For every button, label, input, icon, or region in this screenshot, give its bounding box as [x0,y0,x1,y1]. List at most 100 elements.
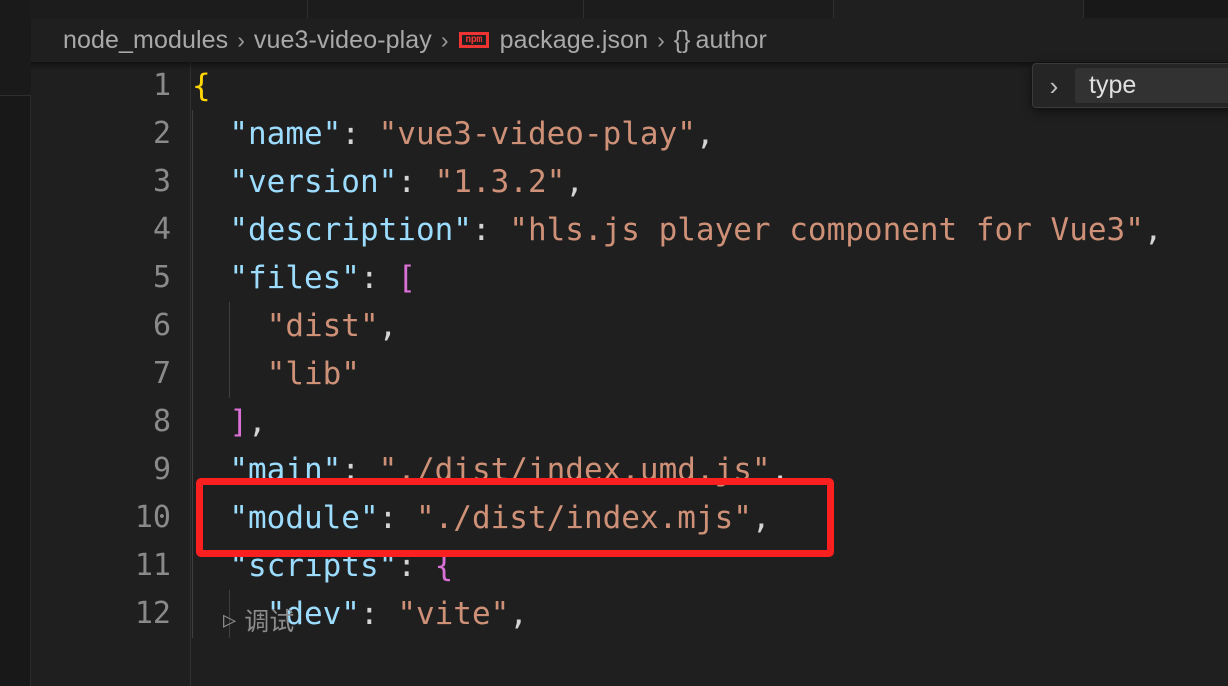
indent-guide [192,254,193,302]
code-line[interactable]: 10 "module": "./dist/index.mjs", [31,494,1228,542]
code-line-text: "lib" [192,350,360,398]
editor-tab-1[interactable] [308,0,584,18]
token-brk: [ [397,260,416,296]
breadcrumb-dropdown-item-type[interactable]: type [1075,68,1228,103]
token-str: "1.3.2" [434,164,566,200]
indent-guide [229,302,231,350]
token-punc: , [695,116,715,152]
code-line[interactable]: 8 ], [31,398,1228,446]
chevron-right-icon: › [1049,70,1059,101]
code-line[interactable]: 4 "description": "hls.js player componen… [31,206,1228,254]
token-str: "vite" [397,596,510,632]
indent-guide [192,158,193,206]
code-line-text: "name": "vue3-video-play", [192,110,715,158]
code-line-text: "files": [ [192,254,416,302]
token-str: "vue3-video-play" [378,116,696,152]
indent-guide [192,494,193,542]
indent-guide [229,350,231,398]
sidebar-edge-strip [0,0,31,686]
indent-guide [192,110,193,158]
token-punc: , [378,308,398,344]
token-punc: : [341,452,379,488]
code-line-text: "dist", [192,302,398,350]
token-key: "version" [229,164,398,200]
line-number: 4 [152,212,171,247]
token-key: "description" [229,212,472,248]
line-number: 8 [152,404,171,439]
token-str: "dist" [266,308,379,344]
indent-guide [192,302,193,350]
line-number: 9 [152,452,171,487]
token-brk: ] [229,404,248,440]
code-line[interactable]: 11 "scripts": { [31,542,1228,590]
line-number: 6 [152,308,171,343]
editor-tab-3[interactable] [834,0,1084,18]
editor-tab-2[interactable] [584,0,834,18]
breadcrumb-item-vue3-video-play[interactable]: vue3-video-play [254,27,432,53]
token-key: "scripts" [229,548,398,584]
code-content[interactable]: 1{2 "name": "vue3-video-play", 3 "version… [31,62,1228,686]
code-line-text: "main": "./dist/index.umd.js", [192,446,789,494]
token-key: "name" [229,116,342,152]
token-punc: : [359,260,398,296]
codelens-debug-label[interactable]: 调试 [244,602,294,638]
indent-guide [192,350,193,398]
token-key: "module" [229,500,379,536]
line-number: 12 [134,596,171,631]
breadcrumb[interactable]: node_modules › vue3-video-play › npm pac… [31,18,1228,62]
indent-guide [192,542,193,590]
indent-guide [192,206,193,254]
code-line-text: ], [192,398,267,446]
breadcrumb-dropdown-popup[interactable]: › type [1032,63,1228,108]
line-number: 3 [152,164,171,199]
code-line[interactable]: 12 "dev": "vite", [31,590,1228,638]
token-brace: { [192,68,211,104]
line-number: 2 [152,116,171,151]
editor-tab-0[interactable] [31,0,308,18]
breadcrumb-separator: › [237,26,245,53]
token-punc: : [397,548,435,584]
token-punc: , [248,404,267,440]
code-line[interactable]: 7 "lib" [31,350,1228,398]
breadcrumb-separator: › [657,26,665,53]
indent-guide [192,398,193,446]
code-line-text: "version": "1.3.2", [192,158,584,206]
line-number: 5 [152,260,171,295]
code-line[interactable]: 6 "dist", [31,302,1228,350]
line-number: 11 [134,548,171,583]
token-punc: : [397,164,435,200]
breadcrumb-item-package-json[interactable]: package.json [500,27,649,53]
token-punc: : [378,500,416,536]
breadcrumb-item-author[interactable]: author [695,27,767,53]
token-str: "hls.js player component for Vue3" [509,212,1144,248]
token-punc: , [751,500,771,536]
code-editor[interactable]: 1{2 "name": "vue3-video-play", 3 "version… [31,62,1228,686]
codelens-debug[interactable]: ▷ 调试 [223,602,294,638]
code-line[interactable]: 3 "version": "1.3.2", [31,158,1228,206]
indent-guide [192,446,193,494]
token-brk: { [434,548,454,584]
token-str: "lib" [266,356,360,392]
breadcrumb-separator: › [440,26,449,53]
token-key: "files" [229,260,360,296]
code-line[interactable]: 2 "name": "vue3-video-play", [31,110,1228,158]
token-punc: : [359,596,398,632]
play-icon: ▷ [223,607,237,633]
object-braces-icon: {} [673,25,691,54]
token-punc: , [509,596,528,632]
indent-guide [192,590,193,638]
token-punc: , [770,452,790,488]
editor-tab-bar[interactable] [31,0,1228,18]
code-line[interactable]: 9 "main": "./dist/index.umd.js", [31,446,1228,494]
code-line-text: "description": "hls.js player component … [192,206,1163,254]
token-punc: : [471,212,510,248]
token-punc: : [341,116,379,152]
token-punc: , [565,164,584,200]
sidebar-edge-top-block [0,0,31,96]
code-line-text: "scripts": { [192,542,453,590]
code-line[interactable]: 5 "files": [ [31,254,1228,302]
line-number: 7 [152,356,171,391]
breadcrumb-item-node_modules[interactable]: node_modules [63,27,228,53]
token-punc: , [1143,212,1163,248]
token-str: "./dist/index.umd.js" [378,452,771,488]
